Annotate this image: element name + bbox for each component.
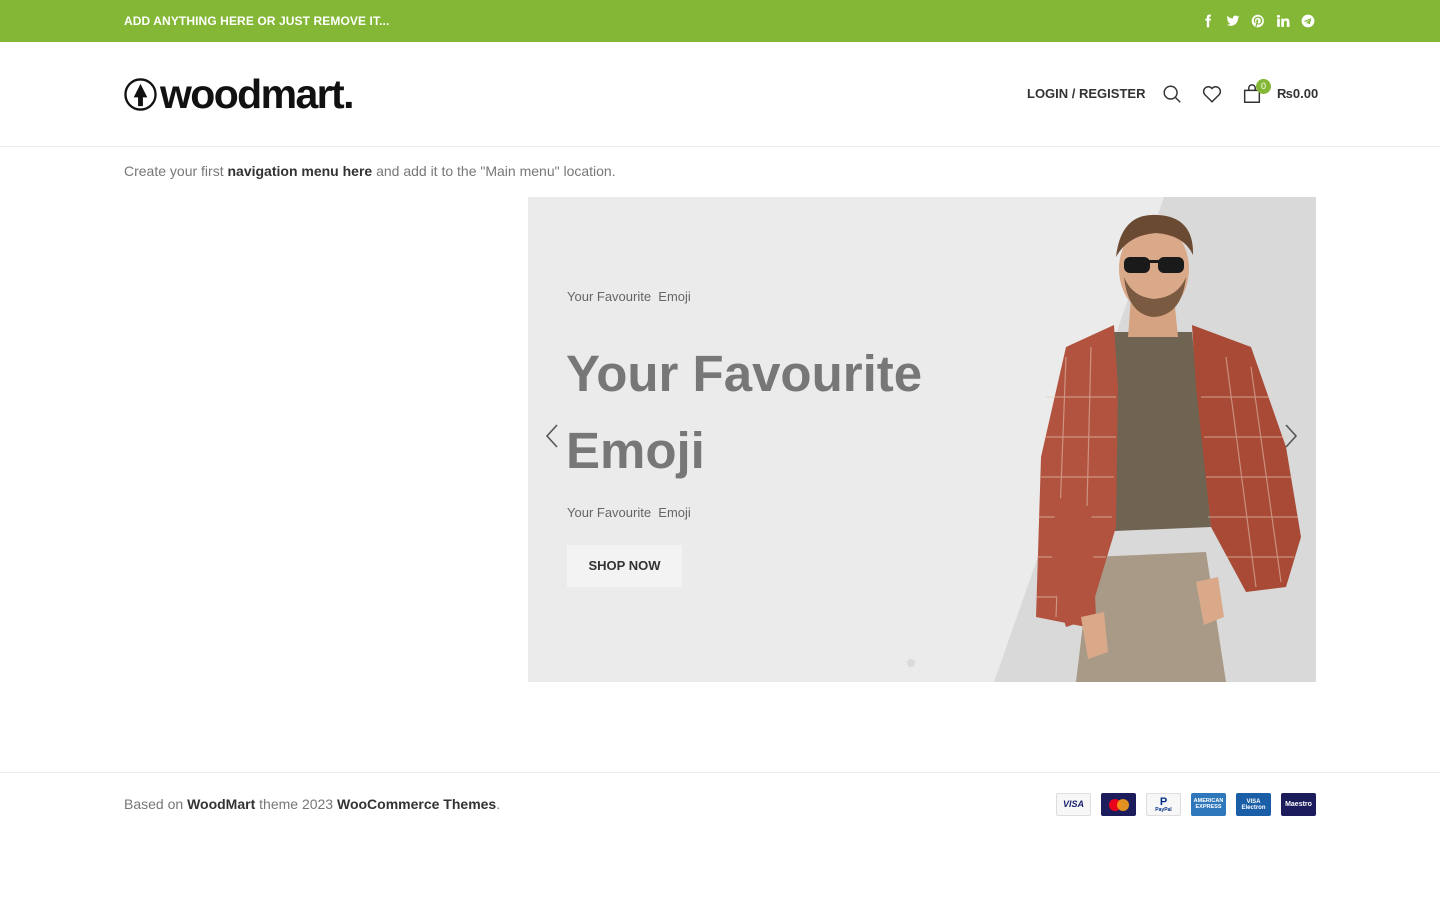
site-logo[interactable]: woodmart. (124, 70, 354, 117)
social-links (1200, 12, 1316, 30)
cart-count-badge: 0 (1256, 79, 1271, 94)
nav-note-suffix: and add it to the "Main menu" location. (376, 163, 616, 179)
slide-text: Your Favourite Emoji (567, 505, 691, 520)
slide-title: Your Favourite Emoji (566, 345, 923, 479)
topbar-text: ADD ANYTHING HERE OR JUST REMOVE IT... (124, 14, 390, 28)
slider-next-arrow-icon[interactable] (1283, 423, 1299, 449)
login-register-link[interactable]: LOGIN / REGISTER (1027, 86, 1145, 101)
footer-suffix: . (496, 796, 501, 812)
model-image (1036, 214, 1301, 682)
logo-tree-icon (124, 77, 157, 111)
payment-methods: VISA P PayPal AMERICAN EXPRESS VISA Elect… (1056, 793, 1316, 816)
cart-total[interactable]: ₨0.00 (1277, 86, 1318, 101)
slide-subtitle: Your Favourite Emoji (567, 289, 691, 304)
footer-middle: theme 2023 (259, 796, 334, 812)
footer-prefix: Based on (124, 796, 184, 812)
slider-prev-arrow-icon[interactable] (544, 423, 560, 449)
wishlist-heart-icon[interactable] (1201, 83, 1223, 105)
visa-electron-icon: VISA Electron (1236, 793, 1271, 816)
shop-now-button[interactable]: SHOP NOW (567, 545, 682, 587)
hero-slider: Your Favourite Emoji Your Favourite Emoj… (528, 197, 1316, 682)
logo-text: woodmart. (160, 70, 354, 117)
visa-icon: VISA (1056, 793, 1091, 816)
maestro-icon: Maestro (1281, 793, 1316, 816)
site-footer: Based on WoodMart theme 2023 WooCommerce… (0, 772, 1440, 900)
facebook-icon[interactable] (1200, 12, 1216, 30)
linkedin-icon[interactable] (1275, 12, 1291, 30)
american-express-icon: AMERICAN EXPRESS (1191, 793, 1226, 816)
nav-note-prefix: Create your first (124, 163, 224, 179)
top-bar: ADD ANYTHING HERE OR JUST REMOVE IT... (0, 0, 1440, 42)
pinterest-icon[interactable] (1250, 12, 1266, 30)
slider-pagination-dot[interactable] (907, 659, 915, 667)
nav-menu-note: Create your first navigation menu here a… (124, 163, 616, 179)
nav-menu-link[interactable]: navigation menu here (227, 163, 372, 179)
woocommerce-themes-link[interactable]: WooCommerce Themes (337, 796, 496, 812)
woodmart-link[interactable]: WoodMart (187, 796, 255, 812)
footer-copyright: Based on WoodMart theme 2023 WooCommerce… (124, 796, 500, 812)
telegram-icon[interactable] (1300, 12, 1316, 30)
paypal-icon: P PayPal (1146, 793, 1181, 816)
mastercard-icon (1101, 793, 1136, 816)
site-header: woodmart. LOGIN / REGISTER 0 ₨0.00 (0, 42, 1440, 147)
twitter-icon[interactable] (1225, 12, 1241, 30)
search-icon[interactable] (1161, 83, 1183, 105)
